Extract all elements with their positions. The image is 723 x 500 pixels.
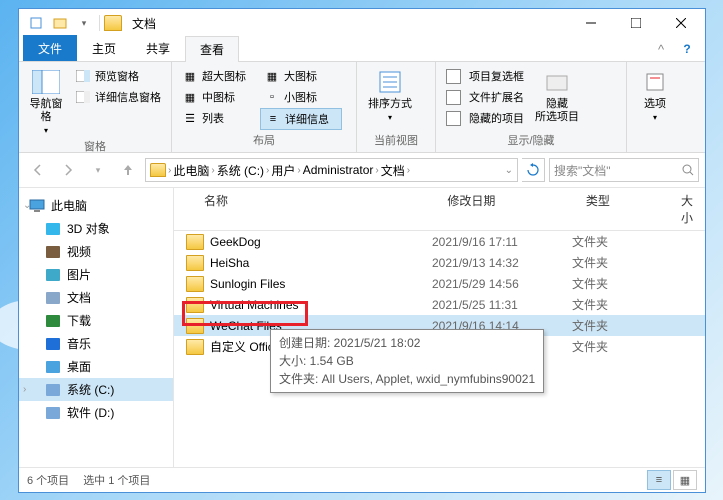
view-lg-icons[interactable]: ▦大图标 — [260, 66, 342, 86]
tab-share[interactable]: 共享 — [131, 35, 185, 61]
ribbon-collapse[interactable]: ^ — [649, 37, 673, 61]
view-xl-icons[interactable]: ▦超大图标 — [178, 66, 256, 86]
file-row[interactable]: Virtual Machines2021/5/25 11:31文件夹 — [174, 294, 705, 315]
up-button[interactable] — [115, 158, 141, 182]
nav-icon — [45, 313, 61, 329]
nav-icon — [45, 359, 61, 375]
nav-icon — [45, 244, 61, 260]
folder-icon — [186, 255, 204, 271]
addr-dropdown[interactable]: ⌄ — [505, 165, 513, 176]
selection-count: 选中 1 个项目 — [83, 472, 150, 488]
nav-this-pc[interactable]: ⌄ 此电脑 — [19, 194, 173, 217]
close-button[interactable] — [658, 9, 703, 37]
file-row[interactable]: HeiSha2021/9/13 14:32文件夹 — [174, 252, 705, 273]
col-type[interactable]: 类型 — [578, 192, 673, 226]
folder-icon — [186, 297, 204, 313]
tab-file[interactable]: 文件 — [23, 35, 77, 61]
details-pane-button[interactable]: 详细信息窗格 — [71, 87, 165, 107]
search-icon — [682, 164, 694, 176]
nav-icon — [45, 290, 61, 306]
search-input[interactable]: 搜索"文档" — [549, 158, 699, 182]
nav-item[interactable]: ›系统 (C:) — [19, 378, 173, 401]
nav-item[interactable]: 视频 — [19, 240, 173, 263]
crumb-docs[interactable]: 文档› — [381, 162, 410, 179]
nav-item[interactable]: 图片 — [19, 263, 173, 286]
nav-item[interactable]: 下载 — [19, 309, 173, 332]
forward-button[interactable] — [55, 158, 81, 182]
preview-pane-button[interactable]: 预览窗格 — [71, 66, 165, 86]
chk-hidden-items[interactable]: 隐藏的项目 — [442, 108, 528, 128]
window-title: 文档 — [132, 15, 156, 32]
col-name[interactable]: 名称 — [174, 192, 439, 226]
nav-icon — [45, 405, 61, 421]
nav-icon — [45, 336, 61, 352]
minimize-button[interactable] — [568, 9, 613, 37]
nav-icon — [45, 382, 61, 398]
view-md-icons[interactable]: ▦中图标 — [178, 87, 256, 107]
item-count: 6 个项目 — [27, 472, 69, 488]
ribbon: 导航窗格▾ 预览窗格 详细信息窗格 窗格 ▦超大图标 ▦中图标 ☰列表 ▦大图标… — [19, 62, 705, 153]
back-button[interactable] — [25, 158, 51, 182]
nav-tree[interactable]: ⌄ 此电脑 3D 对象视频图片文档下载音乐桌面›系统 (C:)软件 (D:) — [19, 188, 174, 467]
ribbon-tabs: 文件 主页 共享 查看 ^ ? — [19, 37, 705, 62]
tooltip: 创建日期: 2021/5/21 18:02 大小: 1.54 GB 文件夹: A… — [270, 329, 544, 393]
view-details-toggle[interactable]: ≡ — [647, 470, 671, 490]
file-list[interactable]: 名称 修改日期 类型 大小 GeekDog2021/9/16 17:11文件夹H… — [174, 188, 705, 467]
chk-file-ext[interactable]: 文件扩展名 — [442, 87, 528, 107]
crumb-pc[interactable]: 此电脑› — [173, 162, 214, 179]
qat-dropdown[interactable]: ▾ — [73, 13, 95, 33]
refresh-button[interactable] — [522, 158, 545, 182]
options-button[interactable]: 选项▾ — [633, 66, 677, 125]
nav-item[interactable]: 文档 — [19, 286, 173, 309]
view-thumbs-toggle[interactable]: ▦ — [673, 470, 697, 490]
crumb-users[interactable]: 用户› — [271, 162, 300, 179]
nav-pane-button[interactable]: 导航窗格▾ — [25, 66, 67, 138]
status-bar: 6 个项目 选中 1 个项目 ≡ ▦ — [19, 467, 705, 492]
file-row[interactable]: GeekDog2021/9/16 17:11文件夹 — [174, 231, 705, 252]
breadcrumb[interactable]: › 此电脑› 系统 (C:)› 用户› Administrator› 文档› ⌄ — [145, 158, 518, 182]
file-row[interactable]: Sunlogin Files2021/5/29 14:56文件夹 — [174, 273, 705, 294]
title-bar: ▾ 文档 — [19, 9, 705, 37]
nav-icon — [45, 267, 61, 283]
sort-button[interactable]: 排序方式▾ — [363, 66, 417, 125]
col-size[interactable]: 大小 — [673, 192, 705, 226]
col-date[interactable]: 修改日期 — [439, 192, 578, 226]
crumb-c[interactable]: 系统 (C:)› — [217, 162, 270, 179]
crumb-admin[interactable]: Administrator› — [303, 163, 379, 177]
folder-icon — [186, 339, 204, 355]
recent-dropdown[interactable]: ▾ — [85, 158, 111, 182]
address-bar: ▾ › 此电脑› 系统 (C:)› 用户› Administrator› 文档›… — [19, 153, 705, 188]
explorer-window: ▾ 文档 文件 主页 共享 查看 ^ ? 导航窗格▾ — [18, 8, 706, 493]
nav-item[interactable]: 音乐 — [19, 332, 173, 355]
nav-item[interactable]: 桌面 — [19, 355, 173, 378]
maximize-button[interactable] — [613, 9, 658, 37]
folder-icon — [186, 276, 204, 292]
nav-item[interactable]: 软件 (D:) — [19, 401, 173, 424]
nav-icon — [45, 221, 61, 237]
view-list[interactable]: ☰列表 — [178, 108, 256, 128]
folder-icon — [186, 234, 204, 250]
folder-icon — [186, 318, 204, 334]
tab-home[interactable]: 主页 — [77, 35, 131, 61]
chk-item-checkbox[interactable]: 项目复选框 — [442, 66, 528, 86]
column-headers[interactable]: 名称 修改日期 类型 大小 — [174, 188, 705, 231]
folder-icon — [150, 163, 166, 177]
nav-item[interactable]: 3D 对象 — [19, 217, 173, 240]
view-sm-icons[interactable]: ▫小图标 — [260, 87, 342, 107]
help-button[interactable]: ? — [675, 37, 699, 61]
view-details[interactable]: ≡详细信息 — [260, 108, 342, 130]
hide-selected-button[interactable]: 隐藏 所选项目 — [532, 66, 582, 126]
qat-properties[interactable] — [25, 13, 47, 33]
folder-icon — [104, 15, 122, 31]
tab-view[interactable]: 查看 — [185, 36, 239, 62]
qat-new-folder[interactable] — [49, 13, 71, 33]
